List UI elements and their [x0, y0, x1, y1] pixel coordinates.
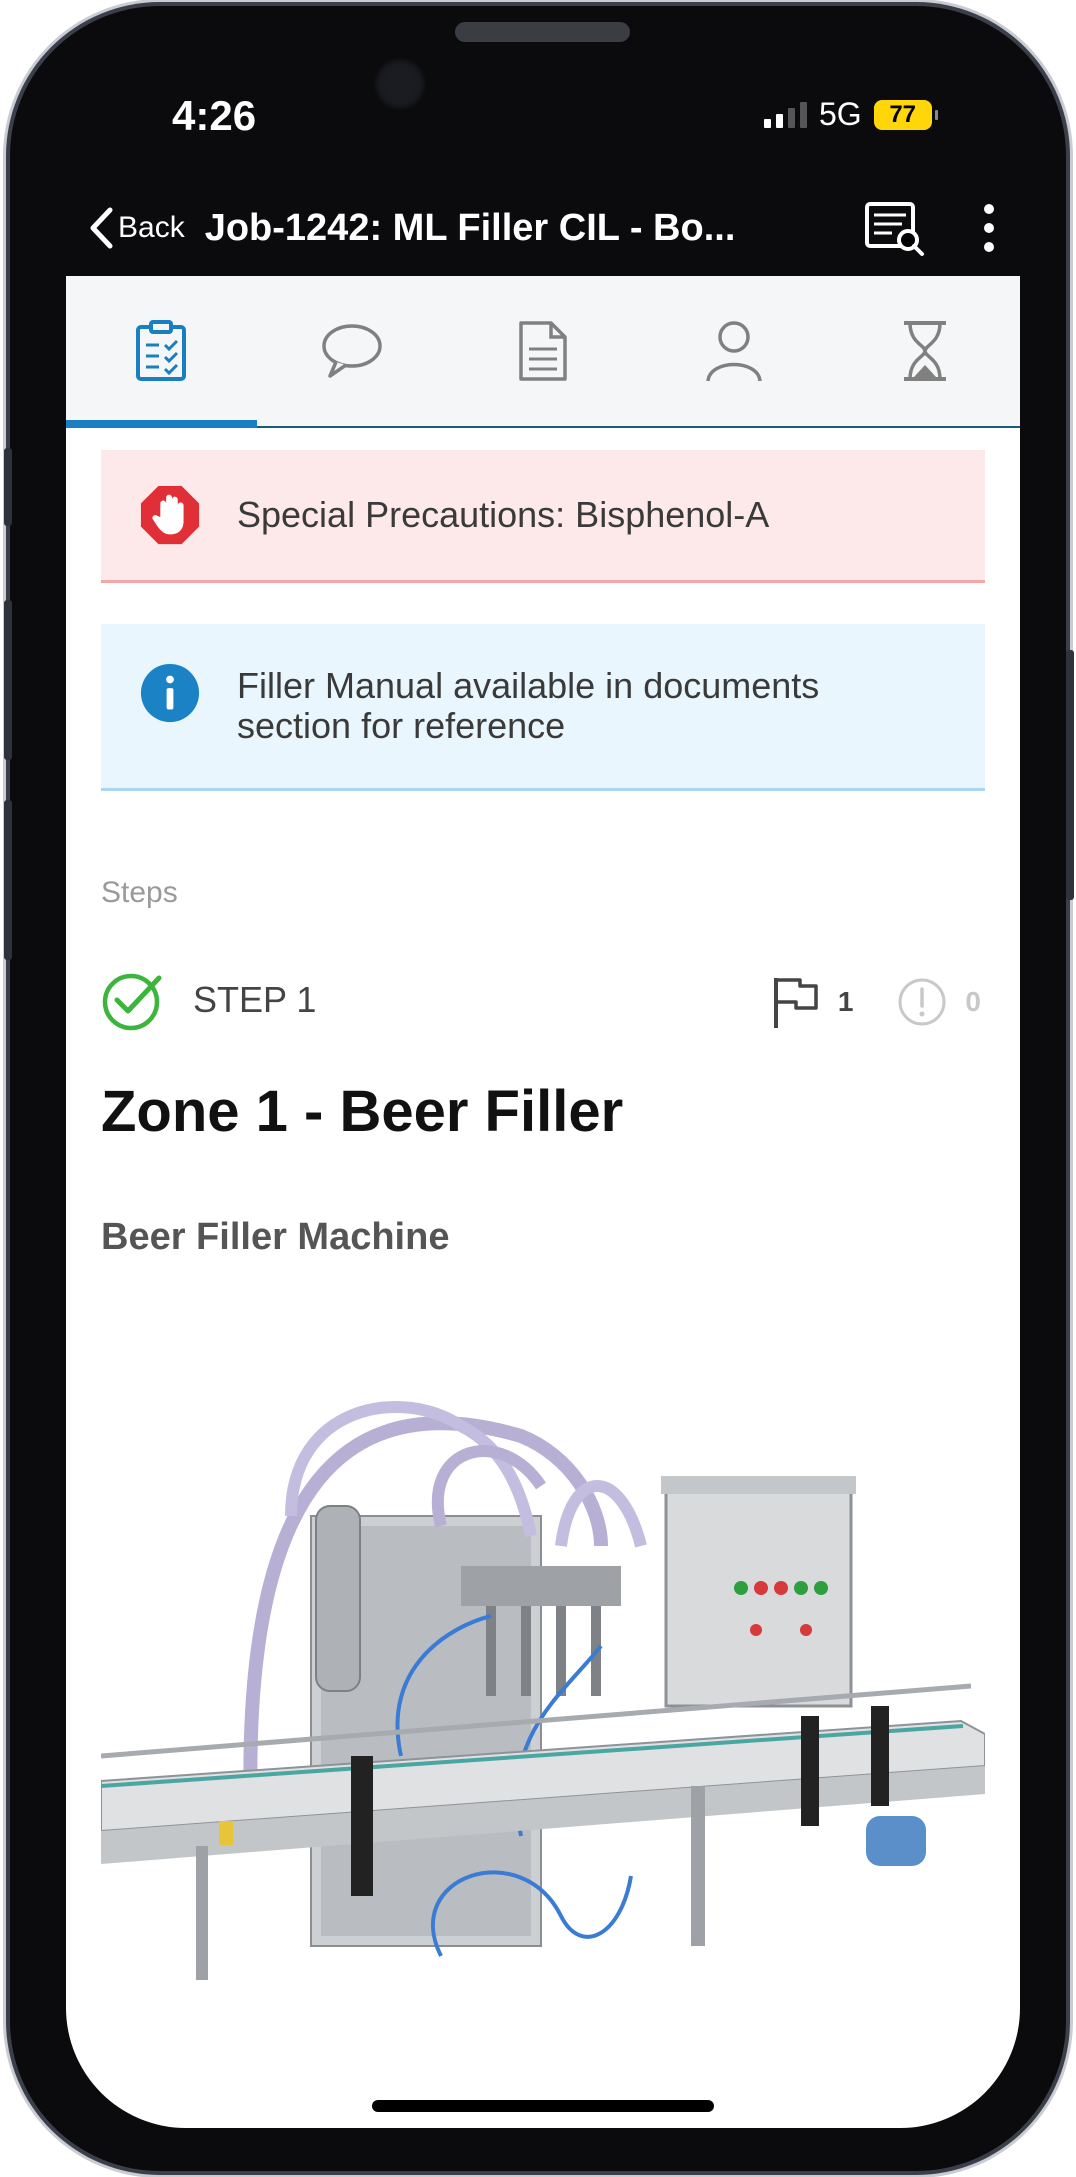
app-screen: Special Precautions: Bisphenol-A Filler …	[66, 276, 1020, 2128]
step-subtitle: Beer Filler Machine	[101, 1216, 450, 1258]
tab-bar	[66, 276, 1020, 428]
person-icon	[706, 321, 762, 382]
beer-filler-machine-photo	[101, 1316, 985, 1980]
power-button	[1066, 650, 1074, 900]
step-header[interactable]: STEP 1 1 0	[101, 968, 981, 1032]
back-button[interactable]: Back	[88, 206, 185, 250]
mute-switch	[4, 448, 12, 526]
step-label: STEP 1	[193, 979, 317, 1020]
info-icon	[140, 663, 200, 723]
alert-circle-icon[interactable]	[897, 977, 947, 1027]
report-search-icon[interactable]	[862, 198, 926, 258]
navigation-bar: Back Job-1242: ML Filler CIL - Bo...	[66, 180, 1020, 276]
more-vertical-icon[interactable]	[982, 203, 996, 253]
tab-comments[interactable]	[257, 276, 448, 426]
check-circle-icon	[102, 973, 162, 1031]
flag-count: 1	[837, 986, 854, 1017]
step-meta: 1 0	[772, 976, 981, 1028]
steps-section-label: Steps	[101, 876, 178, 909]
home-indicator[interactable]	[372, 2100, 714, 2112]
status-indicators: 5G 77	[764, 96, 938, 133]
volume-up-button	[4, 600, 12, 760]
front-camera	[374, 58, 426, 110]
issue-count: 0	[965, 986, 981, 1017]
precaution-banner: Special Precautions: Bisphenol-A	[101, 450, 985, 583]
hourglass-icon	[903, 321, 946, 381]
status-time: 4:26	[172, 92, 257, 139]
earpiece-speaker	[455, 22, 630, 42]
back-label: Back	[118, 211, 185, 244]
volume-down-button	[4, 800, 12, 960]
stop-hand-icon	[140, 485, 200, 545]
battery-level: 77	[889, 100, 917, 128]
info-banner: Filler Manual available in documents sec…	[101, 624, 985, 791]
comment-icon	[322, 324, 382, 378]
tab-documents[interactable]	[448, 276, 639, 426]
info-text[interactable]: Filler Manual available in documents sec…	[237, 666, 927, 746]
battery-icon: 77	[873, 99, 938, 130]
step-title: Zone 1 - Beer Filler	[101, 1079, 624, 1144]
document-icon	[519, 321, 567, 381]
page-title: Job-1242: ML Filler CIL - Bo...	[204, 206, 736, 249]
precaution-text: Special Precautions: Bisphenol-A	[237, 494, 770, 535]
network-label: 5G	[819, 96, 862, 132]
checklist-icon	[136, 320, 187, 381]
flag-icon[interactable]	[772, 976, 820, 1028]
tab-time[interactable]	[829, 276, 1020, 426]
chevron-left-icon	[90, 207, 113, 249]
tab-checklist[interactable]	[66, 276, 257, 428]
tab-assignee[interactable]	[638, 276, 829, 426]
signal-icon	[764, 101, 807, 128]
